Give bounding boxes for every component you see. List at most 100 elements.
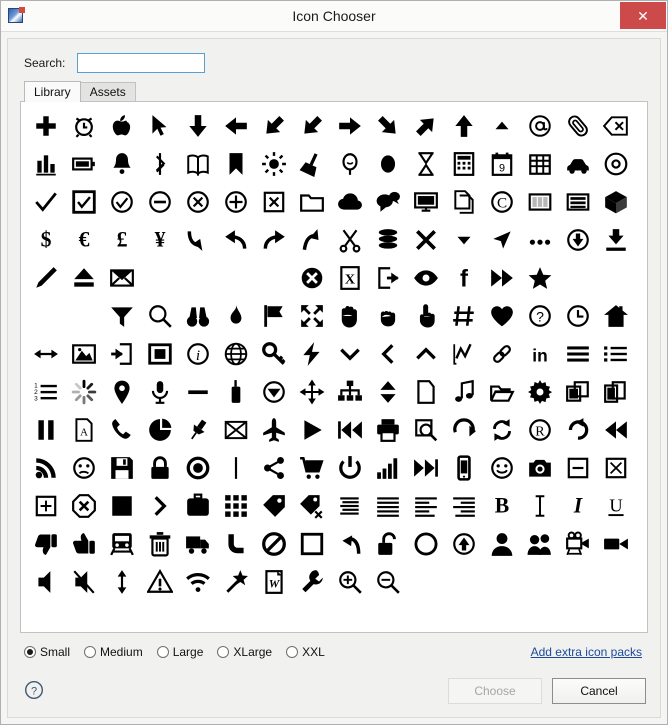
arrow-curve-up-icon[interactable] bbox=[293, 221, 331, 259]
broom-icon[interactable] bbox=[293, 145, 331, 183]
lightning-icon[interactable] bbox=[293, 335, 331, 373]
folder-open-icon[interactable] bbox=[483, 373, 521, 411]
plus-box-icon[interactable] bbox=[27, 487, 65, 525]
image-icon[interactable] bbox=[65, 335, 103, 373]
paperclip-icon[interactable] bbox=[559, 107, 597, 145]
disc-icon[interactable] bbox=[597, 145, 635, 183]
scissors-icon[interactable] bbox=[331, 221, 369, 259]
chevron-down-icon[interactable] bbox=[331, 335, 369, 373]
radio-small[interactable]: Small bbox=[24, 645, 70, 659]
cube-icon[interactable] bbox=[597, 183, 635, 221]
square-outline-icon[interactable] bbox=[293, 525, 331, 563]
copy-icon[interactable] bbox=[445, 183, 483, 221]
table-grid-icon[interactable] bbox=[521, 145, 559, 183]
gear-icon[interactable] bbox=[521, 373, 559, 411]
download-icon[interactable] bbox=[597, 221, 635, 259]
pushpin-icon[interactable] bbox=[179, 411, 217, 449]
arrow-redo-icon[interactable] bbox=[255, 221, 293, 259]
alarm-clock-icon[interactable] bbox=[65, 107, 103, 145]
inner-box-icon[interactable] bbox=[141, 335, 179, 373]
warning-triangle-icon[interactable] bbox=[141, 563, 179, 601]
battery-icon[interactable] bbox=[65, 145, 103, 183]
phone-icon[interactable] bbox=[103, 411, 141, 449]
link-icon[interactable] bbox=[483, 335, 521, 373]
x-circle-filled-icon[interactable] bbox=[293, 259, 331, 297]
rewind-start-icon[interactable] bbox=[331, 411, 369, 449]
bookmark-icon[interactable] bbox=[217, 145, 255, 183]
user-icon[interactable] bbox=[483, 525, 521, 563]
navigation-icon[interactable] bbox=[483, 221, 521, 259]
eject-icon[interactable] bbox=[65, 259, 103, 297]
undo-icon[interactable] bbox=[331, 525, 369, 563]
hand-grab-icon[interactable] bbox=[369, 297, 407, 335]
ellipsis-icon[interactable] bbox=[521, 221, 559, 259]
envelope-icon[interactable] bbox=[103, 259, 141, 297]
unlock-icon[interactable] bbox=[369, 525, 407, 563]
triangle-down-outline-icon[interactable] bbox=[141, 259, 179, 297]
rewind-icon[interactable] bbox=[597, 411, 635, 449]
x-box-icon[interactable] bbox=[255, 183, 293, 221]
balloon-icon[interactable] bbox=[331, 145, 369, 183]
cloud-icon[interactable] bbox=[331, 183, 369, 221]
arrow-down-icon[interactable] bbox=[179, 107, 217, 145]
bar-chart-icon[interactable] bbox=[27, 145, 65, 183]
home-icon[interactable] bbox=[597, 297, 635, 335]
grid-apps-icon[interactable] bbox=[217, 487, 255, 525]
radio-xxl[interactable]: XXL bbox=[286, 645, 325, 659]
x-box-outline-icon[interactable] bbox=[597, 449, 635, 487]
train-icon[interactable] bbox=[103, 525, 141, 563]
truck-icon[interactable] bbox=[179, 525, 217, 563]
magic-wand-icon[interactable] bbox=[217, 563, 255, 601]
arrow-left-icon[interactable] bbox=[217, 107, 255, 145]
wrench-icon[interactable] bbox=[293, 563, 331, 601]
line-chart-icon[interactable] bbox=[445, 335, 483, 373]
globe-icon[interactable] bbox=[217, 335, 255, 373]
download-circle-icon[interactable] bbox=[559, 221, 597, 259]
zoom-in-icon[interactable] bbox=[331, 563, 369, 601]
placeholder-box-icon[interactable] bbox=[217, 411, 255, 449]
printer-icon[interactable] bbox=[369, 411, 407, 449]
binoculars-icon[interactable] bbox=[179, 297, 217, 335]
facebook-icon[interactable]: f bbox=[445, 259, 483, 297]
arrow-curve-down-icon[interactable] bbox=[179, 221, 217, 259]
triangle-right-filled-icon[interactable] bbox=[27, 297, 65, 335]
fast-forward-icon[interactable] bbox=[483, 259, 521, 297]
pause-icon[interactable] bbox=[27, 411, 65, 449]
hourglass-icon[interactable] bbox=[407, 145, 445, 183]
arrow-right-icon[interactable] bbox=[331, 107, 369, 145]
rows-icon[interactable] bbox=[559, 183, 597, 221]
arrow-up-left-icon[interactable] bbox=[293, 107, 331, 145]
tab-assets[interactable]: Assets bbox=[79, 82, 136, 101]
tag-remove-icon[interactable] bbox=[293, 487, 331, 525]
arrow-down-right-icon[interactable] bbox=[369, 107, 407, 145]
chevron-left-icon[interactable] bbox=[369, 335, 407, 373]
align-justify-icon[interactable] bbox=[369, 487, 407, 525]
arrow-down-left-icon[interactable] bbox=[255, 107, 293, 145]
calculator-icon[interactable] bbox=[445, 145, 483, 183]
arrow-up-icon[interactable] bbox=[445, 107, 483, 145]
trash-icon[interactable] bbox=[141, 525, 179, 563]
save-floppy-icon[interactable] bbox=[103, 449, 141, 487]
linkedin-icon[interactable]: in bbox=[521, 335, 559, 373]
question-circle-icon[interactable]: ? bbox=[521, 297, 559, 335]
power-icon[interactable] bbox=[331, 449, 369, 487]
radio-xlarge[interactable]: XLarge bbox=[217, 645, 272, 659]
euro-icon[interactable]: € bbox=[65, 221, 103, 259]
users-icon[interactable] bbox=[521, 525, 559, 563]
triangle-left-outline-icon[interactable] bbox=[179, 259, 217, 297]
microphone-icon[interactable] bbox=[141, 373, 179, 411]
align-center-icon[interactable] bbox=[331, 487, 369, 525]
stop-octagon-icon[interactable] bbox=[65, 487, 103, 525]
no-entry-icon[interactable] bbox=[255, 525, 293, 563]
cursor-arrow-icon[interactable] bbox=[141, 107, 179, 145]
zoom-out-icon[interactable] bbox=[369, 563, 407, 601]
network-icon[interactable] bbox=[331, 373, 369, 411]
airplane-icon[interactable] bbox=[255, 411, 293, 449]
rss-icon[interactable] bbox=[27, 449, 65, 487]
sort-updown-icon[interactable] bbox=[369, 373, 407, 411]
redo-circular-icon[interactable] bbox=[559, 411, 597, 449]
flame-icon[interactable] bbox=[217, 297, 255, 335]
wifi-icon[interactable] bbox=[179, 563, 217, 601]
backspace-icon[interactable] bbox=[597, 107, 635, 145]
text-cursor-icon[interactable] bbox=[521, 487, 559, 525]
